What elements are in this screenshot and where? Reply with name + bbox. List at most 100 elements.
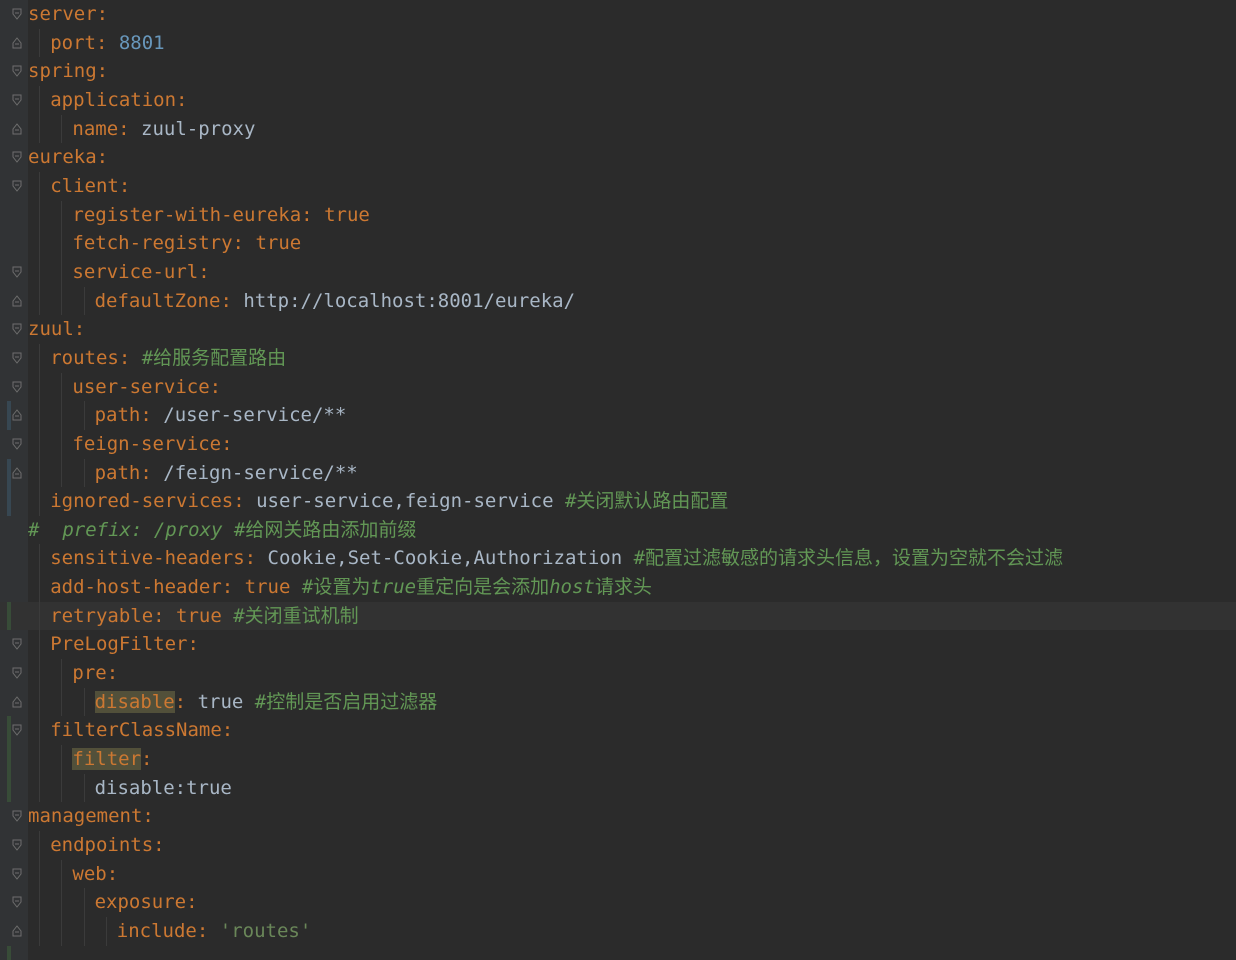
fold-open-icon[interactable] [12, 868, 22, 880]
added-line-marker[interactable] [7, 601, 11, 631]
code-line[interactable]: disable: true #控制是否启用过滤器 [0, 687, 1236, 717]
code-token: : [176, 88, 188, 111]
code-token: server [28, 3, 97, 25]
code-token: management [28, 805, 143, 828]
code-line[interactable]: client: [0, 171, 1236, 201]
code-line[interactable]: endpoints: [0, 831, 1236, 860]
fold-close-icon[interactable] [12, 122, 22, 135]
indent-guide [39, 630, 41, 660]
code-line[interactable]: include: 'routes' [0, 917, 1236, 946]
fold-close-icon[interactable] [12, 695, 22, 708]
code-line[interactable]: port: 8801 [0, 28, 1236, 58]
code-line[interactable]: service-url: [0, 257, 1236, 287]
fold-open-icon[interactable] [12, 839, 22, 851]
modified-line-marker[interactable] [7, 487, 11, 516]
code-line[interactable]: server: [0, 0, 1236, 29]
indent-guide [39, 429, 41, 459]
code-line[interactable]: disable:true [0, 773, 1236, 803]
code-line[interactable]: path: /user-service/** [0, 401, 1236, 430]
indent-guide [39, 888, 41, 917]
fold-open-icon[interactable] [12, 94, 22, 106]
code-token: : [233, 490, 257, 513]
fold-open-icon[interactable] [12, 65, 22, 78]
code-token: application [50, 88, 177, 111]
code-line[interactable] [0, 945, 1236, 960]
code-token: : [140, 404, 164, 427]
fold-open-icon[interactable] [12, 352, 22, 364]
code-editor[interactable]: server: port: 8801 spring: application: name… [0, 0, 1236, 960]
fold-open-icon[interactable] [12, 896, 22, 909]
code-line[interactable]: defaultZone: http://localhost:8001/eurek… [0, 286, 1236, 316]
code-token: Cookie,Set-Cookie,Authorization [267, 547, 634, 570]
line-text: retryable: true #关闭重试机制 [50, 602, 359, 631]
code-line[interactable]: spring: [0, 57, 1236, 86]
indent-guide [39, 859, 41, 889]
code-token: /feign-service/** [163, 461, 358, 484]
code-line[interactable]: routes: #给服务配置路由 [0, 343, 1236, 373]
code-line[interactable]: # prefix: /proxy #给网关路由添加前缀 [0, 516, 1236, 545]
fold-open-icon[interactable] [12, 323, 22, 336]
fold-open-icon[interactable] [12, 810, 22, 823]
code-line[interactable]: feign-service: [0, 429, 1236, 459]
code-line[interactable]: zuul: [0, 315, 1236, 344]
fold-close-icon[interactable] [12, 36, 22, 49]
code-line[interactable]: register-with-eureka: true [0, 200, 1236, 230]
code-line[interactable]: ignored-services: user-service,feign-ser… [0, 487, 1236, 516]
indent-guide [83, 458, 85, 488]
code-token: #配置过滤敏感的请求头信息，设置为空就不会过滤 [633, 547, 1064, 570]
code-token: : [153, 604, 177, 627]
line-text: filterClassName: [50, 716, 233, 745]
indent-guide [83, 917, 85, 946]
fold-close-icon[interactable] [12, 466, 22, 479]
added-line-marker[interactable] [7, 716, 11, 746]
fold-close-icon[interactable] [12, 409, 22, 421]
indent-guide [105, 917, 107, 946]
fold-open-icon[interactable] [12, 151, 22, 164]
fold-close-icon[interactable] [12, 925, 22, 937]
code-line[interactable]: filterClassName: [0, 716, 1236, 746]
code-line[interactable]: name: zuul-proxy [0, 114, 1236, 144]
line-text: name: zuul-proxy [72, 115, 255, 144]
added-line-marker[interactable] [7, 745, 11, 774]
indent-guide [39, 458, 41, 488]
code-line[interactable]: retryable: true #关闭重试机制 [0, 601, 1236, 631]
indent-guide [83, 773, 85, 803]
code-line[interactable]: sensitive-headers: Cookie,Set-Cookie,Aut… [0, 544, 1236, 574]
code-line[interactable]: fetch-registry: true [0, 229, 1236, 258]
code-line[interactable]: pre: [0, 659, 1236, 688]
code-line[interactable]: filter: [0, 745, 1236, 774]
code-line[interactable]: eureka: [0, 143, 1236, 172]
line-text: user-service: [72, 373, 221, 402]
code-token: disable [94, 690, 175, 713]
indent-guide [39, 257, 41, 287]
added-line-marker[interactable] [7, 773, 11, 803]
fold-open-icon[interactable] [12, 180, 22, 192]
fold-open-icon[interactable] [12, 638, 22, 651]
code-token: host [549, 576, 595, 599]
fold-open-icon[interactable] [12, 266, 22, 278]
fold-open-icon[interactable] [12, 438, 22, 450]
code-line[interactable]: add-host-header: true #设置为true重定向是会添加hos… [0, 573, 1236, 602]
fold-open-icon[interactable] [12, 724, 22, 737]
code-line[interactable]: path: /feign-service/** [0, 458, 1236, 488]
code-line[interactable]: management: [0, 802, 1236, 831]
fold-open-icon[interactable] [12, 8, 22, 20]
code-line[interactable]: user-service: [0, 372, 1236, 402]
fold-close-icon[interactable] [12, 294, 22, 307]
modified-line-marker[interactable] [7, 401, 11, 430]
added-line-marker[interactable] [7, 945, 11, 960]
code-line[interactable]: application: [0, 85, 1236, 115]
fold-open-icon[interactable] [12, 667, 22, 679]
code-area[interactable]: server: port: 8801 spring: application: name… [0, 0, 1236, 960]
code-line[interactable]: PreLogFilter: [0, 630, 1236, 660]
modified-line-marker[interactable] [7, 458, 11, 488]
line-text: port: 8801 [50, 29, 164, 58]
line-text: fetch-registry: true [72, 229, 301, 258]
line-text: application: [50, 86, 187, 115]
indent-guide [39, 716, 41, 746]
code-line[interactable]: exposure: [0, 888, 1236, 917]
line-text: # prefix: /proxy #给网关路由添加前缀 [28, 516, 416, 545]
fold-open-icon[interactable] [12, 381, 22, 393]
code-line[interactable]: web: [0, 859, 1236, 889]
indent-guide [39, 573, 41, 602]
